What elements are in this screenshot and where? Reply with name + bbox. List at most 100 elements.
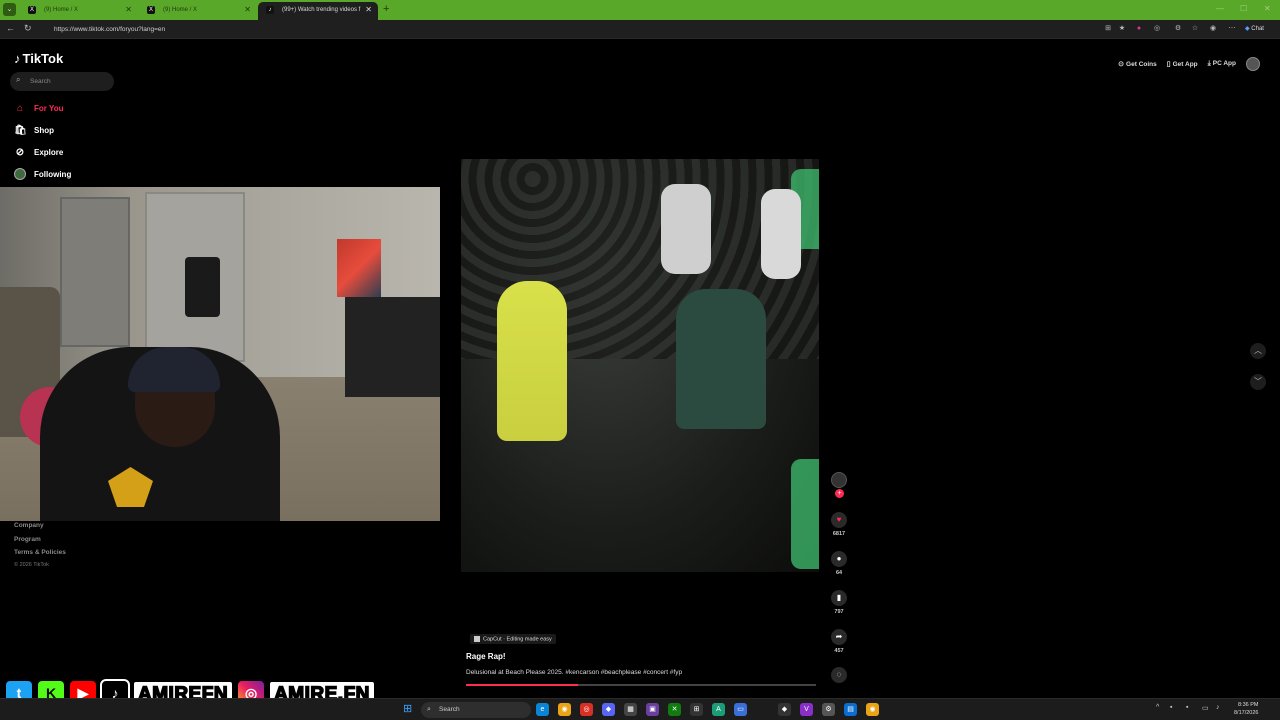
minimize-icon[interactable]: —: [1216, 4, 1224, 13]
reload-icon[interactable]: ↻: [24, 23, 32, 34]
get-app-label: Get App: [1172, 61, 1198, 68]
music-disc-icon: ◌: [831, 667, 847, 683]
next-video-button[interactable]: ﹀: [1250, 374, 1266, 390]
footer-company[interactable]: Company: [14, 522, 44, 529]
windows-start-icon[interactable]: ⊞: [403, 704, 414, 715]
tray-chevron-icon[interactable]: ^: [1156, 704, 1159, 711]
creator-avatar: [831, 472, 847, 488]
music-disc-button[interactable]: ◌: [831, 667, 847, 683]
search-box[interactable]: ⌕: [10, 72, 114, 91]
capcut-tag[interactable]: CapCut · Editing made easy: [470, 634, 556, 645]
more-menu-icon[interactable]: ⋯: [1227, 24, 1237, 34]
taskbar-clock[interactable]: 8:36 PM 8/17/2026: [1234, 701, 1258, 717]
webcam-chair: [185, 257, 220, 317]
tiktok-logo[interactable]: ♪ TikTok: [14, 51, 63, 66]
video-description: Delusional at Beach Please 2025. #kencar…: [466, 669, 683, 676]
xbox-icon[interactable]: ✕: [668, 703, 681, 716]
heart-icon: ♥: [831, 512, 847, 528]
share-arrow-icon: ➦: [831, 629, 847, 645]
app-icon[interactable]: ◆: [778, 703, 791, 716]
browser-tab-x-2[interactable]: X (9) Home / X ✕: [139, 2, 257, 20]
video-light: [791, 459, 819, 569]
logo-text: TikTok: [22, 51, 64, 66]
maximize-icon[interactable]: ☐: [1240, 4, 1247, 13]
app-icon[interactable]: ▦: [624, 703, 637, 716]
tiktok-note-icon: ♪: [14, 51, 21, 66]
footer-program[interactable]: Program: [14, 536, 41, 543]
app-icon[interactable]: ◎: [580, 703, 593, 716]
search-input[interactable]: [30, 75, 110, 88]
chrome-icon[interactable]: ◉: [866, 703, 879, 716]
footer-terms[interactable]: Terms & Policies: [14, 549, 66, 556]
pc-app-button[interactable]: ⤓ PC App: [1208, 60, 1236, 68]
phone-icon: ▯: [1166, 61, 1171, 68]
save-button[interactable]: ▮ 797: [831, 590, 847, 615]
close-tab-icon[interactable]: ✕: [244, 2, 251, 18]
profile-icon[interactable]: ◉: [1208, 24, 1218, 34]
previous-video-button[interactable]: ︿: [1250, 343, 1266, 359]
comment-button[interactable]: ● 64: [831, 551, 847, 576]
taskbar-search[interactable]: ⌕ Search: [421, 702, 531, 718]
get-coins-button[interactable]: ⊙ Get Coins: [1118, 60, 1157, 68]
bookmark-star-icon[interactable]: ★: [1117, 24, 1127, 34]
app-icon[interactable]: ▤: [844, 703, 857, 716]
browser-tab-x-1[interactable]: X (9) Home / X ✕: [20, 2, 138, 20]
close-tab-icon[interactable]: ✕: [365, 2, 372, 18]
tab-search-menu-icon[interactable]: ⌄: [3, 3, 16, 16]
app-icon[interactable]: V: [800, 703, 813, 716]
favorites-icon[interactable]: ☆: [1190, 24, 1200, 34]
extension-icon[interactable]: ◎: [1152, 24, 1162, 34]
share-button[interactable]: ➦ 457: [831, 629, 847, 654]
nav-following[interactable]: Following: [14, 166, 71, 182]
download-icon: ⤓: [1207, 60, 1211, 67]
app-icon[interactable]: ⊞: [690, 703, 703, 716]
settings-icon[interactable]: ⚙: [822, 703, 835, 716]
discord-icon[interactable]: ◆: [602, 703, 615, 716]
search-icon: ⌕: [427, 706, 431, 713]
share-count: 457: [834, 648, 844, 654]
webcam-overlay: [0, 187, 440, 521]
like-button[interactable]: ♥ 6817: [831, 512, 847, 537]
chrome-icon[interactable]: ◉: [558, 703, 571, 716]
new-tab-icon[interactable]: +: [383, 3, 389, 15]
creator-avatar-button[interactable]: [831, 472, 847, 488]
following-avatar-icon: [14, 168, 26, 180]
nav-for-you[interactable]: ⌂ For You: [14, 100, 64, 116]
browser-tab-tiktok[interactable]: ♪ (99+) Watch trending videos f ✕: [258, 2, 378, 20]
x-favicon-icon: X: [28, 6, 36, 14]
nav-shop[interactable]: 🛍 Shop: [14, 122, 54, 138]
screen: ⌄ X (9) Home / X ✕ X (9) Home / X ✕ ♪ (9…: [0, 0, 1280, 720]
edge-icon[interactable]: e: [536, 703, 549, 716]
home-icon: ⌂: [16, 102, 24, 114]
app-icon[interactable]: ▣: [646, 703, 659, 716]
explore-icon: ⊘: [15, 146, 25, 158]
app-icon[interactable]: ▭: [734, 703, 747, 716]
close-tab-icon[interactable]: ✕: [125, 2, 132, 18]
network-icon[interactable]: ▭: [1202, 704, 1209, 712]
like-count: 6817: [832, 531, 846, 537]
extension-icon[interactable]: ●: [1134, 24, 1144, 34]
video-player[interactable]: [461, 159, 819, 572]
volume-icon[interactable]: ♪: [1216, 704, 1220, 711]
clock-date: 8/17/2026: [1234, 710, 1259, 716]
tab-grid-icon[interactable]: ⊞: [1103, 24, 1113, 34]
extension-icon[interactable]: ⚙: [1173, 24, 1183, 34]
tray-app-icon[interactable]: ▪: [1170, 704, 1172, 711]
copilot-chat-button[interactable]: ◆ Chat: [1245, 23, 1264, 36]
back-arrow-icon[interactable]: ←: [6, 23, 15, 33]
nav-label: Explore: [34, 147, 64, 157]
video-progress-bar[interactable]: [466, 684, 816, 686]
close-window-icon[interactable]: ✕: [1264, 4, 1271, 13]
app-icon[interactable]: A: [712, 703, 725, 716]
profile-avatar[interactable]: [1246, 57, 1260, 71]
bookmark-icon: ▮: [831, 590, 847, 606]
get-app-button[interactable]: ▯ Get App: [1167, 60, 1198, 68]
pc-app-label: PC App: [1212, 60, 1236, 67]
nav-explore[interactable]: ⊘ Explore: [14, 144, 64, 160]
coin-icon: ⊙: [1118, 61, 1125, 68]
address-bar: ← ↻ https://www.tiktok.com/foryou?lang=e…: [0, 20, 1280, 39]
url-field[interactable]: https://www.tiktok.com/foryou?lang=en: [44, 23, 1094, 36]
tray-app-icon[interactable]: ▪: [1186, 704, 1188, 711]
follow-plus-icon[interactable]: +: [835, 489, 844, 498]
clock-time: 8:36 PM: [1237, 702, 1259, 708]
